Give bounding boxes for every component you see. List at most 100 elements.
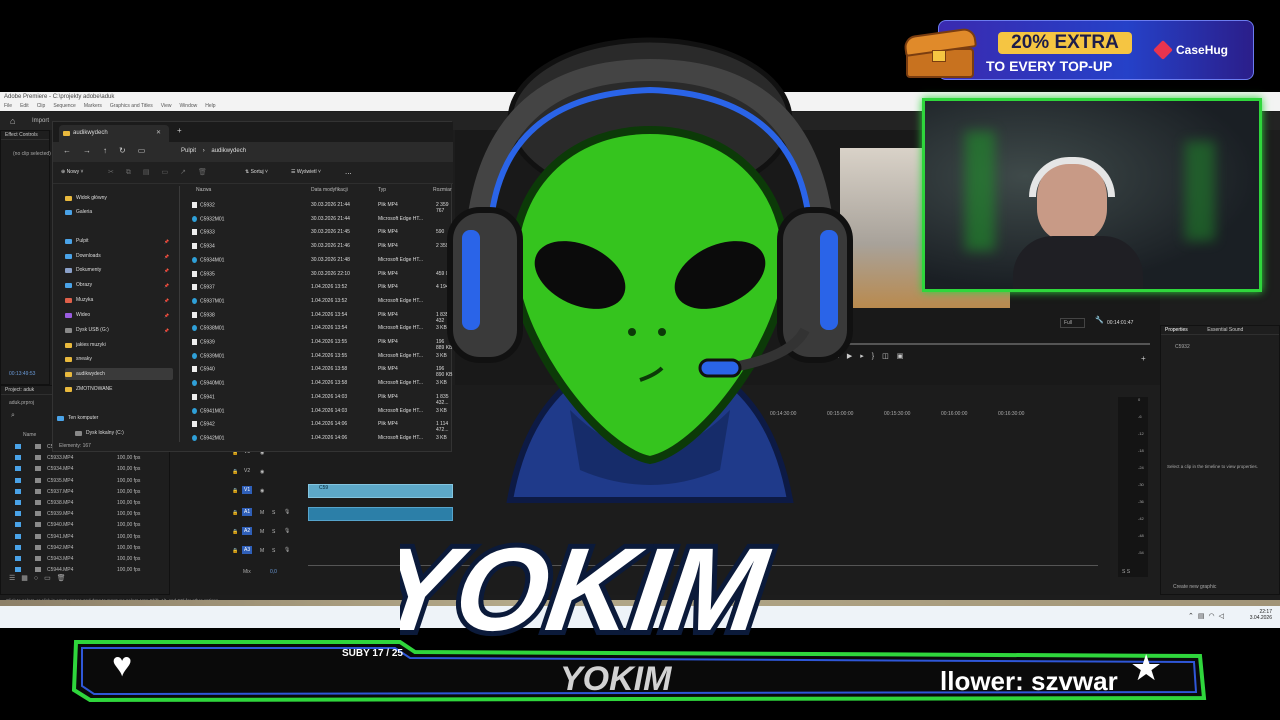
tab-essential-sound[interactable]: Essential Sound <box>1207 327 1243 333</box>
lock-icon[interactable]: 🔒 <box>232 548 238 554</box>
view-button[interactable]: ☰ Wyświetl ˅ <box>291 169 321 175</box>
sidebar-item[interactable]: Pulpit 📌 <box>65 235 173 247</box>
breadcrumb[interactable]: Pulpit › audikwydech <box>181 148 246 154</box>
effect-controls-tab[interactable]: Effect Controls <box>1 131 49 140</box>
project-row[interactable]: C5935.MP4 100,00 fps <box>1 476 171 487</box>
menu-item[interactable]: Clip <box>37 102 46 111</box>
track-header[interactable]: 🔒 V1 ◉ <box>230 485 305 499</box>
lock-icon[interactable]: 🔒 <box>232 510 238 516</box>
more-button[interactable]: ... <box>345 167 352 176</box>
col-name[interactable]: Nazwa <box>196 187 211 193</box>
mix-value[interactable]: 0,0 <box>270 569 277 575</box>
track-header[interactable]: 🔒 A1 M S 🎙 <box>230 507 305 521</box>
share-icon[interactable]: ↗ <box>180 169 198 176</box>
add-button-icon[interactable]: + <box>1141 354 1146 363</box>
col-type[interactable]: Typ <box>378 187 386 193</box>
sidebar-item[interactable]: Wideo 📌 <box>65 309 173 321</box>
close-icon[interactable]: ✕ <box>156 125 161 142</box>
mic-icon[interactable]: 🎙 <box>284 528 290 534</box>
up-icon[interactable]: ↑ <box>103 146 119 155</box>
cut-icon[interactable]: ✂ <box>108 169 126 176</box>
eye-icon[interactable]: ◉ <box>260 469 264 475</box>
sidebar-item[interactable]: Obrazy 📌 <box>65 279 173 291</box>
chevron-up-icon[interactable]: ⌃ <box>1188 613 1198 620</box>
sidebar-item[interactable]: ZMOTNOWANE <box>65 383 173 395</box>
mute-icon[interactable]: M <box>260 548 264 554</box>
breadcrumb-item[interactable]: audikwydech <box>211 148 246 154</box>
col-date[interactable]: Data modyfikacji <box>311 187 348 193</box>
track-label[interactable]: V1 <box>242 486 253 494</box>
sidebar-item[interactable]: Widok główny <box>65 192 173 204</box>
back-icon[interactable]: ← <box>63 146 83 155</box>
mute-icon[interactable]: M <box>260 529 264 535</box>
menu-item[interactable]: File <box>4 102 12 111</box>
tab-properties[interactable]: Properties <box>1165 327 1188 333</box>
wrench-icon[interactable]: 🔧 <box>1095 316 1104 324</box>
track-label[interactable]: A1 <box>242 508 253 516</box>
track-header[interactable]: 🔒 A3 M S 🎙 <box>230 545 305 559</box>
lock-icon[interactable]: 🔒 <box>232 488 238 494</box>
solo-icon[interactable]: S <box>272 548 275 554</box>
import-tab[interactable]: Import <box>32 112 49 130</box>
pin-icon[interactable]: 📌 <box>164 298 169 303</box>
sidebar-item[interactable]: Dokumenty 📌 <box>65 264 173 276</box>
project-row[interactable]: C5939.MP4 100,00 fps <box>1 509 171 520</box>
sidebar-item[interactable]: Galeria <box>65 206 173 218</box>
search-icon[interactable]: ⌕ <box>11 412 15 420</box>
pin-icon[interactable]: 📌 <box>164 328 169 333</box>
menu-item[interactable]: Graphics and Titles <box>110 102 153 111</box>
trash-icon[interactable]: 🗑 <box>57 575 72 582</box>
track-header[interactable]: 🔒 V2 ◉ <box>230 466 305 480</box>
paste-icon[interactable]: ▤ <box>143 169 162 176</box>
sidebar-item[interactable]: Dysk lokalny (C:) <box>75 427 183 439</box>
forward-icon[interactable]: → <box>83 146 103 155</box>
sidebar-item[interactable]: Ten komputer <box>57 412 165 424</box>
pin-icon[interactable]: 📌 <box>164 313 169 318</box>
project-row[interactable]: C5943.MP4 100,00 fps <box>1 554 171 565</box>
project-row[interactable]: C5934.MP4 100,00 fps <box>1 464 171 475</box>
track-label[interactable]: V2 <box>242 467 252 475</box>
mic-icon[interactable]: 🎙 <box>284 509 290 515</box>
sidebar-item[interactable]: sneaky <box>65 353 173 365</box>
home-icon[interactable]: ⌂ <box>10 112 15 130</box>
pin-icon[interactable]: 📌 <box>164 283 169 288</box>
lock-icon[interactable]: 🔒 <box>232 469 238 475</box>
new-button[interactable]: ⊕ Nowy ˅ <box>61 169 83 175</box>
menu-item[interactable]: Edit <box>20 102 29 111</box>
menu-item[interactable]: Help <box>205 102 215 111</box>
solo-icon[interactable]: S <box>272 510 275 516</box>
project-row[interactable]: C5933.MP4 100,00 fps <box>1 453 171 464</box>
track-header[interactable]: 🔒 A2 M S 🎙 <box>230 526 305 540</box>
menu-item[interactable]: Window <box>179 102 197 111</box>
network-icon[interactable]: ▤ <box>1198 613 1209 620</box>
mic-icon[interactable]: 🎙 <box>284 547 290 553</box>
sort-button[interactable]: ⇅ Sortuj ˅ <box>245 169 268 175</box>
volume-icon[interactable]: ◁ <box>1219 613 1228 620</box>
menu-item[interactable]: Markers <box>84 102 102 111</box>
sidebar-item[interactable]: audikwydech <box>65 368 173 380</box>
lock-icon[interactable]: 🔒 <box>232 529 238 535</box>
solo-icon[interactable]: S <box>272 529 275 535</box>
zoom-slider-icon[interactable]: ○ <box>34 575 44 582</box>
new-bin-icon[interactable]: ▭ <box>44 575 57 582</box>
breadcrumb-item[interactable]: Pulpit <box>181 148 196 154</box>
explorer-tab[interactable]: audikwydech ✕ <box>59 125 169 142</box>
project-row[interactable]: C5940.MP4 100,00 fps <box>1 520 171 531</box>
pin-icon[interactable]: 📌 <box>164 239 169 244</box>
project-row[interactable]: C5937.MP4 100,00 fps <box>1 487 171 498</box>
project-row[interactable]: C5941.MP4 100,00 fps <box>1 532 171 543</box>
new-tab-icon[interactable]: + <box>177 126 182 135</box>
project-row[interactable]: C5938.MP4 100,00 fps <box>1 498 171 509</box>
icon-view-icon[interactable]: ▦ <box>21 575 34 582</box>
track-label[interactable]: A3 <box>242 546 253 554</box>
eye-icon[interactable]: ◉ <box>260 488 264 494</box>
refresh-icon[interactable]: ↻ <box>119 146 138 155</box>
menu-item[interactable]: Sequence <box>53 102 76 111</box>
track-label[interactable]: A2 <box>242 527 253 535</box>
sidebar-item[interactable]: Dysk USB (G:) 📌 <box>65 324 173 336</box>
monitor-icon[interactable]: ▭ <box>138 146 158 155</box>
pin-icon[interactable]: 📌 <box>164 254 169 259</box>
list-view-icon[interactable]: ☰ <box>9 575 21 582</box>
wifi-icon[interactable]: ◠ <box>1209 613 1219 620</box>
delete-icon[interactable]: 🗑 <box>198 169 219 176</box>
